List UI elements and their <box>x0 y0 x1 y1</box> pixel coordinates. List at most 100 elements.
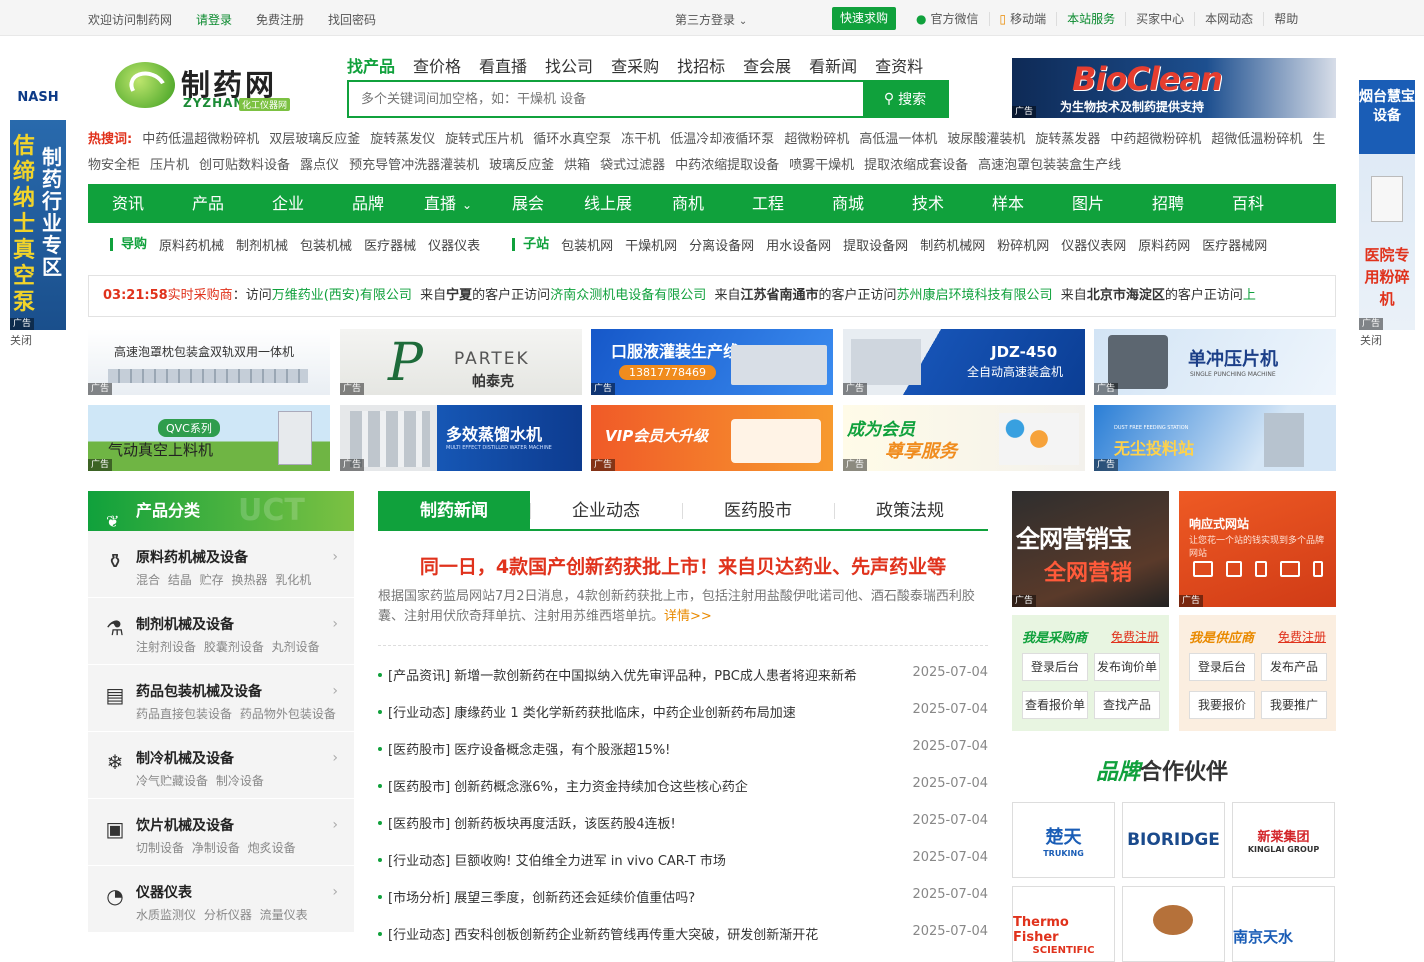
nav-item[interactable]: 品牌 <box>328 184 408 223</box>
register-link[interactable]: 免费注册 <box>256 11 304 28</box>
brand-logo-nanjing-tianshui[interactable]: 南京天水 <box>1232 886 1335 962</box>
banner-ad[interactable]: VIP会员大升级 广告 <box>591 405 833 471</box>
hotword-link[interactable]: 低温冷却液循环泵 <box>670 132 774 147</box>
third-party-login-dropdown[interactable]: 第三方登录 ⌄ <box>675 11 747 28</box>
bioclean-ad-banner[interactable]: BioClean 为生物技术及制药提供支持 广告 <box>1012 58 1336 118</box>
news-row[interactable]: [医药股市] 创新药概念涨6%，主力资金持续加仓这些核心药企 2025-07-04 <box>378 773 988 810</box>
login-link[interactable]: 请登录 <box>196 11 232 28</box>
site-logo[interactable]: 制药网 ZYZHAN 化工仪器网 <box>115 58 295 114</box>
buyer-login-button[interactable]: 登录后台 <box>1022 653 1088 681</box>
nav-item[interactable]: 线上展 <box>568 184 648 223</box>
search-tab[interactable]: 看直播 <box>479 53 527 77</box>
guide-link[interactable]: 仪器仪表 <box>428 235 480 254</box>
seller-register-link[interactable]: 免费注册 <box>1278 628 1326 645</box>
news-headline[interactable]: 同一日，4款国产创新药获批上市！来自贝达药业、先声药业等 <box>378 552 988 579</box>
category-item[interactable]: ◔ 仪器仪表 水质监测仪 分析仪器 流量仪表 › <box>88 866 354 933</box>
search-tab[interactable]: 查采购 <box>611 53 659 77</box>
banner-ad[interactable]: 多效蒸馏水机 MULTI EFFECT DISTILLED WATER MACH… <box>340 405 582 471</box>
substation-link[interactable]: 用水设备网 <box>766 235 831 254</box>
category-item[interactable]: ▤ 药品包装机械及设备 药品直接包装设备 药品物外包装设备 › <box>88 665 354 732</box>
substation-link[interactable]: 提取设备网 <box>843 235 908 254</box>
nav-item[interactable]: 样本 <box>968 184 1048 223</box>
brand-logo-kinglai[interactable]: 新莱集团 KINGLAI GROUP <box>1232 802 1335 878</box>
search-tab[interactable]: 看新闻 <box>809 53 857 77</box>
site-service-link[interactable]: 本站服务 <box>1057 11 1127 26</box>
hotword-link[interactable]: 中药超微粉碎机 <box>1110 132 1201 147</box>
nav-item[interactable]: 产品 <box>168 184 248 223</box>
publish-product-button[interactable]: 发布产品 <box>1261 653 1327 681</box>
banner-ad[interactable]: DUST FREE FEEDING STATION 无尘投料站 广告 <box>1094 405 1336 471</box>
right-side-ad[interactable]: 烟台慧宝设备 医院专用粉碎机 广告 <box>1359 80 1415 330</box>
hotword-link[interactable]: 旋转蒸发仪 <box>370 132 435 147</box>
hotword-link[interactable]: 循环水真空泵 <box>533 132 611 147</box>
search-input[interactable] <box>349 82 863 116</box>
promote-button[interactable]: 我要推广 <box>1261 691 1327 719</box>
banner-ad[interactable]: 口服液灌装生产线 13817778469 广告 <box>591 329 833 395</box>
ticker-company-link[interactable]: 济南众测机电设备有限公司 <box>550 288 706 303</box>
mobile-link[interactable]: ▯ 移动端 <box>990 11 1058 26</box>
nav-item[interactable]: 企业 <box>248 184 328 223</box>
hotword-link[interactable]: 超微低温粉碎机 <box>1211 132 1302 147</box>
news-tab[interactable]: 企业动态 <box>530 491 682 529</box>
buyer-center-link[interactable]: 买家中心 <box>1126 11 1196 26</box>
hotword-link[interactable]: 提取浓缩成套设备 <box>864 158 968 173</box>
quick-purchase-button[interactable]: 快速求购 <box>832 7 897 30</box>
nav-item[interactable]: 图片 <box>1048 184 1128 223</box>
close-left-ad-button[interactable]: 关闭 <box>10 332 32 348</box>
find-password-link[interactable]: 找回密码 <box>328 11 376 28</box>
news-row[interactable]: [行业动态] 西安科创板创新药企业新药管线再传重大突破，研发创新渐开花 2025-… <box>378 921 988 958</box>
buyer-register-link[interactable]: 免费注册 <box>1111 628 1159 645</box>
substation-link[interactable]: 包装机网 <box>561 235 613 254</box>
brand-logo-thermofisher[interactable]: Thermo Fisher SCIENTIFIC <box>1012 886 1115 962</box>
substation-link[interactable]: 原料药网 <box>1138 235 1190 254</box>
substation-link[interactable]: 医疗器械网 <box>1202 235 1267 254</box>
category-item[interactable]: ❄ 制冷机械及设备 冷气贮藏设备 制冷设备 › <box>88 732 354 799</box>
banner-ad[interactable]: JDZ-450 全自动高速装盒机 广告 <box>843 329 1085 395</box>
hotword-link[interactable]: 喷雾干燥机 <box>789 158 854 173</box>
search-tab[interactable]: 查资料 <box>875 53 923 77</box>
post-inquiry-button[interactable]: 发布询价单 <box>1094 653 1160 681</box>
quote-button[interactable]: 我要报价 <box>1189 691 1255 719</box>
hotword-link[interactable]: 玻璃反应釜 <box>489 158 554 173</box>
brand-logo-bioridge[interactable]: BIORIDGE <box>1122 802 1225 878</box>
hotword-link[interactable]: 高低温一体机 <box>859 132 937 147</box>
hotword-link[interactable]: 袋式过滤器 <box>600 158 665 173</box>
left-side-ad[interactable]: NASH 佶缔纳士真空泵 制药行业专区 广告 <box>10 80 66 330</box>
hotword-link[interactable]: 中药浓缩提取设备 <box>675 158 779 173</box>
news-tab[interactable]: 制药新闻 <box>378 491 530 529</box>
ticker-company-link[interactable]: 苏州康启环境科技有限公司 <box>897 288 1053 303</box>
news-row[interactable]: [行业动态] 巨额收购! 艾伯维全力进军 in vivo CAR-T 市场 202… <box>378 847 988 884</box>
substation-link[interactable]: 干燥机网 <box>625 235 677 254</box>
site-news-link[interactable]: 本网动态 <box>1195 11 1265 26</box>
hotword-link[interactable]: 露点仪 <box>300 158 339 173</box>
brand-logo-bears[interactable] <box>1122 886 1225 962</box>
news-row[interactable]: [市场分析] 展望三季度，创新药还会延续价值重估吗? 2025-07-04 <box>378 884 988 921</box>
search-tab[interactable]: 查价格 <box>413 53 461 77</box>
nav-item[interactable]: 直播 ⌄ <box>408 184 488 223</box>
responsive-site-ad[interactable]: 响应式网站 让您花一个站的钱实现到多个品牌网站 广告 <box>1179 491 1336 607</box>
category-item[interactable]: ⚗ 制剂机械及设备 注射剂设备 胶囊剂设备 丸剂设备 › <box>88 598 354 665</box>
nav-item[interactable]: 展会 <box>488 184 568 223</box>
news-row[interactable]: [行业动态] 康缘药业 1 类化学新药获批临床，中药企业创新药布局加速 2025-… <box>378 699 988 736</box>
category-item[interactable]: ▣ 饮片机械及设备 切制设备 净制设备 炮炙设备 › <box>88 799 354 866</box>
guide-link[interactable]: 医疗器械 <box>364 235 416 254</box>
hotword-link[interactable]: 创可贴数料设备 <box>199 158 290 173</box>
hotword-link[interactable]: 超微粉碎机 <box>784 132 849 147</box>
hotword-link[interactable]: 冻干机 <box>621 132 660 147</box>
guide-link[interactable]: 包装机械 <box>300 235 352 254</box>
search-button[interactable]: ⚲ 搜索 <box>863 82 947 116</box>
substation-link[interactable]: 粉碎机网 <box>997 235 1049 254</box>
hotword-link[interactable]: 中药低温超微粉碎机 <box>142 132 259 147</box>
seller-login-button[interactable]: 登录后台 <box>1189 653 1255 681</box>
nav-item[interactable]: 商城 <box>808 184 888 223</box>
banner-ad[interactable]: P PARTEK 帕泰克 广告 <box>340 329 582 395</box>
news-row[interactable]: [医药股市] 创新药板块再度活跃，该医药股4连板! 2025-07-04 <box>378 810 988 847</box>
nav-item[interactable]: 百科 <box>1208 184 1288 223</box>
nav-item[interactable]: 招聘 <box>1128 184 1208 223</box>
help-link[interactable]: 帮助 <box>1264 12 1308 26</box>
banner-ad[interactable]: 单冲压片机 SINGLE PUNCHING MACHINE 广告 <box>1094 329 1336 395</box>
search-tab[interactable]: 查会展 <box>743 53 791 77</box>
guide-link[interactable]: 制剂机械 <box>236 235 288 254</box>
banner-ad[interactable]: 高速泡罩枕包装盒双轨双用一体机 广告 <box>88 329 330 395</box>
banner-ad[interactable]: 成为会员 尊享服务 广告 <box>843 405 1085 471</box>
